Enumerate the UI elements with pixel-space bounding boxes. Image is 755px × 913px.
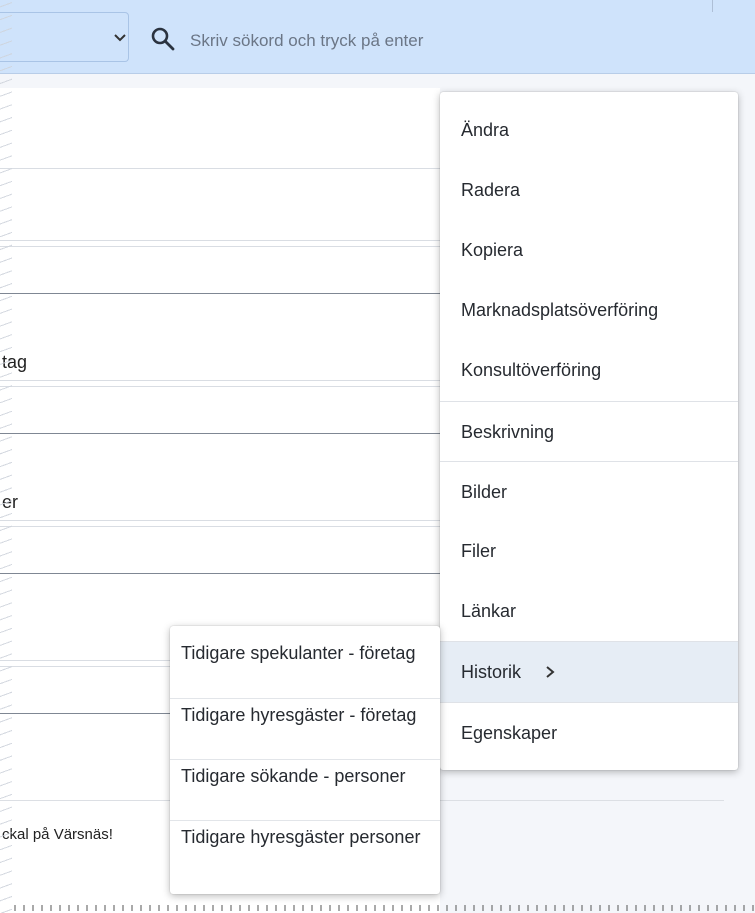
submenu-item-hyresgaster-personer[interactable]: Tidigare hyresgäster personer: [170, 810, 440, 870]
menu-item-bilder[interactable]: Bilder: [440, 462, 738, 522]
input-field[interactable]: [0, 526, 440, 574]
menu-item-label: Konsultöverföring: [461, 359, 602, 380]
menu-item-kopiera[interactable]: Kopiera: [440, 220, 738, 280]
menu-item-andra[interactable]: Ändra: [440, 100, 738, 160]
history-submenu: Tidigare spekulanter - företag Tidigare …: [170, 626, 440, 894]
menu-item-marknadsplatsoverforing[interactable]: Marknadsplatsöverföring: [440, 280, 738, 340]
submenu-item-label: Tidigare hyresgäster personer: [181, 827, 421, 847]
menu-item-label: Filer: [461, 540, 496, 561]
context-menu: Ändra Radera Kopiera Marknadsplatsöverfö…: [440, 92, 738, 770]
submenu-item-spekulanter-foretag[interactable]: Tidigare spekulanter - företag: [170, 626, 440, 686]
menu-item-historik[interactable]: Historik: [440, 642, 738, 702]
text-fragment: [14, 905, 754, 911]
menu-item-label: Beskrivning: [461, 421, 555, 442]
search-icon: [151, 27, 175, 51]
submenu-item-label: Tidigare sökande - personer: [181, 766, 406, 786]
menu-item-label: Kopiera: [461, 239, 524, 260]
top-bar: [0, 0, 755, 74]
submenu-item-label: Tidigare spekulanter - företag: [181, 643, 416, 663]
torn-edge: [0, 0, 12, 913]
submenu-item-label: Tidigare hyresgäster - företag: [181, 705, 417, 725]
menu-item-beskrivning[interactable]: Beskrivning: [440, 402, 738, 462]
menu-item-lankar[interactable]: Länkar: [440, 581, 738, 641]
menu-item-label: Ändra: [461, 119, 510, 140]
search-input[interactable]: [188, 24, 712, 58]
chevron-down-icon[interactable]: [110, 28, 130, 48]
input-field[interactable]: [0, 386, 440, 434]
divider: [0, 520, 440, 521]
divider: [712, 0, 713, 12]
submenu-item-hyresgaster-foretag[interactable]: Tidigare hyresgäster - företag: [170, 688, 440, 748]
menu-item-label: Marknadsplatsöverföring: [461, 299, 659, 320]
divider: [0, 380, 440, 381]
menu-item-filer[interactable]: Filer: [440, 521, 738, 581]
menu-item-label: Radera: [461, 179, 521, 200]
menu-item-egenskaper[interactable]: Egenskaper: [440, 703, 738, 763]
chevron-right-icon: [546, 666, 555, 678]
menu-item-konsultoverforing[interactable]: Konsultöverföring: [440, 340, 738, 400]
menu-item-label: Egenskaper: [461, 722, 558, 743]
input-field[interactable]: [0, 246, 440, 294]
menu-item-label: Länkar: [461, 600, 517, 621]
menu-item-label: Bilder: [461, 481, 508, 502]
divider: [0, 240, 440, 241]
menu-item-label: Historik: [461, 661, 522, 682]
submenu-item-sokande-personer[interactable]: Tidigare sökande - personer: [170, 749, 440, 809]
menu-item-radera[interactable]: Radera: [440, 160, 738, 220]
body-text: ckal på Värsnäs!: [2, 826, 113, 843]
divider: [0, 168, 440, 169]
